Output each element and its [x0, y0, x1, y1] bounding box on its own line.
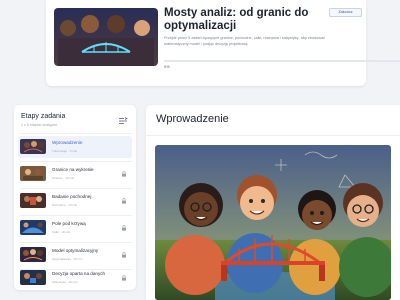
- hero-image: [155, 145, 391, 300]
- stage-thumbnail: [20, 247, 46, 262]
- stage-item-pole[interactable]: Pole pod krzywą Całki · 10 min: [18, 217, 132, 239]
- section-title: Wprowadzenie: [156, 113, 229, 125]
- stage-item-decyzja[interactable]: Decyzja oparta na danych Statystyka · 10…: [18, 267, 132, 289]
- lock-icon: [122, 252, 126, 258]
- lock-icon: [122, 225, 126, 231]
- stage-item-model[interactable]: Model optymalizacyjny Optymalizacja · 15…: [18, 244, 132, 266]
- challenge-header-card: Mosty analiz: od granic do optymalizacji…: [46, 0, 400, 86]
- finish-button[interactable]: Zakończ: [329, 8, 362, 17]
- stage-item-wprowadzenie[interactable]: Wprowadzenie Tutaj wstęp · 5 min: [18, 136, 132, 158]
- divider: [20, 242, 132, 243]
- stage-label: Badanie pochodnej: [52, 194, 92, 199]
- stage-thumbnail: [20, 270, 46, 285]
- stage-meta: Granice · 10 min: [52, 176, 75, 180]
- sidebar-title: Etapy zadania: [21, 113, 66, 120]
- progress-label: 0%: [164, 64, 170, 69]
- divider: [146, 135, 400, 136]
- stage-meta: Tutaj wstęp · 5 min: [52, 149, 78, 153]
- stage-label: Model optymalizacyjny: [52, 248, 99, 253]
- progress-bar: [164, 60, 400, 62]
- stage-meta: Pochodne · 10 min: [52, 203, 78, 207]
- stage-thumbnail: [20, 193, 46, 208]
- challenge-title: Mosty analiz: od granic do optymalizacji: [164, 7, 309, 32]
- stage-item-pochodna[interactable]: Badanie pochodnej Pochodne · 10 min: [18, 190, 132, 212]
- stage-item-granice[interactable]: Granice na wykresie Granice · 10 min: [18, 163, 132, 185]
- challenge-thumbnail: [54, 8, 158, 66]
- divider: [20, 188, 132, 189]
- stages-sidebar: Etapy zadania 1 z 6 etapów dostępne Wpro…: [14, 105, 136, 290]
- challenge-description: Przejdź przez 5 zadań łączących granice,…: [164, 36, 326, 46]
- stage-meta: Statystyka · 10 min: [52, 280, 78, 284]
- stage-thumbnail: [20, 139, 46, 154]
- stage-thumbnail: [20, 220, 46, 235]
- divider: [20, 215, 132, 216]
- sidebar-subtitle: 1 z 6 etapów dostępne: [21, 123, 58, 127]
- collapse-panel-icon[interactable]: [118, 113, 128, 124]
- stage-thumbnail: [20, 166, 46, 181]
- stage-label: Pole pod krzywą: [52, 221, 86, 226]
- lock-icon: [122, 198, 126, 204]
- stage-label: Decyzja oparta na danych: [52, 271, 106, 276]
- stage-meta: Całki · 10 min: [52, 230, 71, 234]
- stage-label: Wprowadzenie: [52, 140, 83, 145]
- stage-label: Granice na wykresie: [52, 167, 94, 172]
- divider: [20, 133, 132, 134]
- lock-icon: [122, 275, 126, 281]
- stage-meta: Optymalizacja · 15 min: [52, 257, 83, 261]
- lock-icon: [122, 171, 126, 177]
- divider: [20, 161, 132, 162]
- main-content-card: Wprowadzenie: [146, 105, 400, 300]
